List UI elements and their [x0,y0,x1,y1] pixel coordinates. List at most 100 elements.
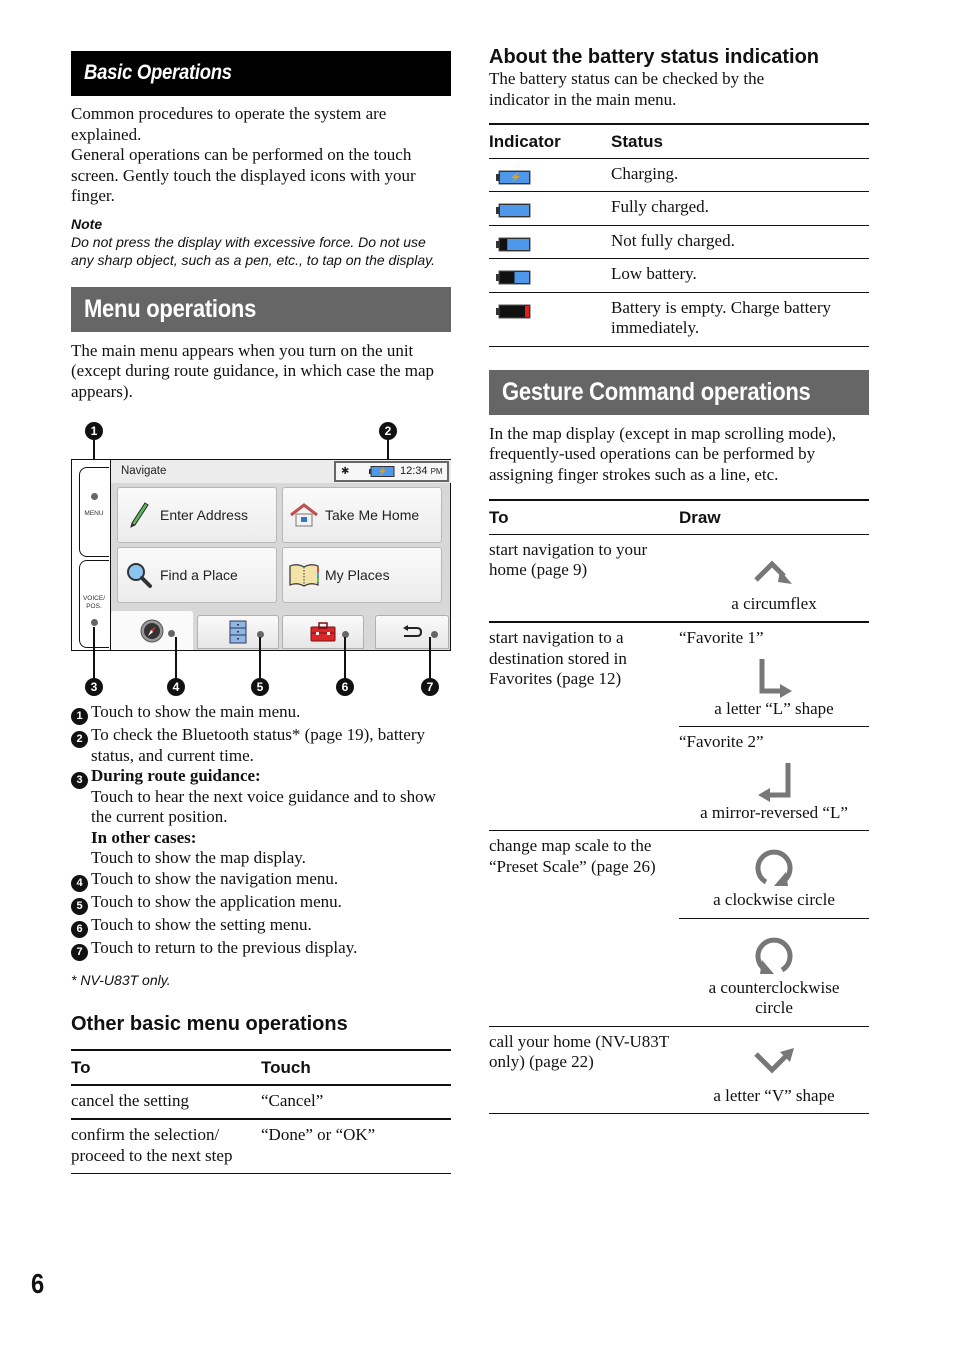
clock-time: 12:34 PM [400,465,443,477]
legend-text: To check the Bluetooth status* (page 19)… [91,725,425,765]
cell-draw: a counterclockwise circle [679,918,869,1027]
back-arrow-icon [403,625,423,637]
table-row: Fully charged. [489,191,869,226]
legend-item: 3 During route guidance: Touch to hear t… [71,766,451,869]
callout-2: 2 [379,422,397,440]
table-row: Battery is empty. Charge battery immedia… [489,292,869,347]
cell-draw: a circumflex [679,534,869,623]
tab-setting-menu[interactable] [282,615,364,649]
callout-legend: 1 Touch to show the main menu. 2 To chec… [71,702,451,961]
leader-line [259,637,261,679]
tile-find-a-place[interactable]: Find a Place [117,547,277,603]
battery-intro: The battery status can be checked by the… [489,69,765,109]
tile-my-places[interactable]: My Places [282,547,442,603]
voice-pos-button-label: VOICE/ POS. [82,595,106,610]
leader-line [344,637,346,679]
leader-line [387,440,389,460]
gesture-caption: a counterclockwise circle [708,977,840,1018]
cell-to: change map scale to the “Preset Scale” (… [489,830,679,1027]
leader-line [93,627,95,679]
cell-indicator [489,191,611,226]
callout-number: 4 [71,874,88,892]
menu-intro: The main menu appears when you turn on t… [71,340,435,401]
section-title: Gesture Command operations [502,377,811,406]
tile-label: Enter Address [160,506,248,523]
callout-number: 6 [71,920,88,938]
page-number: 6 [31,1268,45,1299]
other-ops-table: To Touch cancel the setting “Cancel” con… [71,1049,451,1174]
callout-number: 7 [71,943,88,961]
callout-5: 5 [251,678,269,696]
gesture-caption: a letter “L” shape [714,698,834,718]
column-header: Draw [679,499,869,535]
battery-table: Indicator Status Charging. Fully charged.… [489,123,869,347]
cell-to: start navigation to your home (page 9) [489,534,679,623]
gesture-caption: a circumflex [731,593,817,613]
legend-text: Touch to hear the next voice guidance an… [91,786,436,827]
cell-status: Not fully charged. [611,225,869,259]
tile-label: Find a Place [160,566,238,583]
table-row: start navigation to your home (page 9) a … [489,534,869,623]
battery-heading: About the battery status indication [489,46,820,68]
legend-item: 1 Touch to show the main menu. [71,702,451,725]
callout-number: 1 [71,708,88,725]
leader-line [429,637,431,679]
table-row: change map scale to the “Preset Scale” (… [489,830,869,1027]
other-ops-heading: Other basic menu operations [71,1013,348,1035]
circumflex-gesture-icon [754,559,792,584]
tab-navigation-menu[interactable] [111,611,193,650]
cell-indicator [489,292,611,347]
section-title: Menu operations [84,294,257,323]
gesture-table: To Draw start navigation to your home (p… [489,499,869,1114]
table-row: start navigation to a destination stored… [489,622,869,831]
book-icon [283,562,325,588]
legend-subheading: During route guidance: [91,766,261,785]
reversed-l-gesture-icon [758,762,791,802]
status-area[interactable]: ✱ 12:34 PM [334,461,449,482]
button-dot [91,493,98,500]
table-row: Low battery. [489,258,869,293]
home-icon [283,503,325,527]
legend-text: Touch to return to the previous display. [91,937,358,957]
legend-text: Touch to show the navigation menu. [91,868,339,888]
device-figure: 1 2 MENU VOICE/ POS. Navigate ✱ 12:34 PM… [71,422,451,697]
tab-dot [168,630,175,637]
battery-low-icon [496,270,531,285]
tab-back[interactable] [375,615,449,649]
cell-to: confirm the selection/ proceed to the ne… [71,1119,261,1174]
note-text: Do not press the display with excessive … [71,233,435,268]
clockwise-circle-gesture-icon [755,849,793,886]
button-dot [91,619,98,626]
cell-draw: a clockwise circle [679,830,869,919]
callout-number: 5 [71,897,88,915]
footnote: * NV-U83T only. [71,971,171,988]
cell-touch: “Done” or “OK” [261,1119,451,1174]
note-title: Note [71,215,103,232]
table-row: call your home (NV-U83T only) (page 22) a… [489,1026,869,1114]
l-shape-gesture-icon [759,658,792,698]
left-column: Basic Operations Common procedures to op… [71,51,451,1174]
section-header-basic-operations: Basic Operations [71,51,451,96]
tile-enter-address[interactable]: Enter Address [117,487,277,543]
table-header-row: To Draw [489,499,869,535]
battery-charging-icon [496,170,531,185]
section-header-gesture-command: Gesture Command operations [489,369,869,415]
battery-empty-icon [496,304,531,319]
column-header: To [489,499,679,535]
column-header: Touch [261,1049,451,1086]
cell-to: call your home (NV-U83T only) (page 22) [489,1026,679,1114]
tab-dot [431,631,438,638]
favorite-label: “Favorite 1” [679,628,764,647]
menu-hardware-button[interactable]: MENU [79,467,109,557]
tab-application-menu[interactable] [197,615,279,649]
basic-para-1: Common procedures to operate the system … [71,104,387,144]
tile-take-me-home[interactable]: Take Me Home [282,487,442,543]
column-header: Indicator [489,123,611,159]
touch-screen: Navigate ✱ 12:34 PM Enter Address Take M… [110,460,451,650]
cabinet-icon [229,620,247,644]
battery-partial-icon [496,237,531,252]
cell-indicator [489,158,611,192]
battery-empty-mark [525,305,529,317]
counterclockwise-circle-gesture-icon [755,937,793,974]
legend-subheading: In other cases: [91,827,197,847]
